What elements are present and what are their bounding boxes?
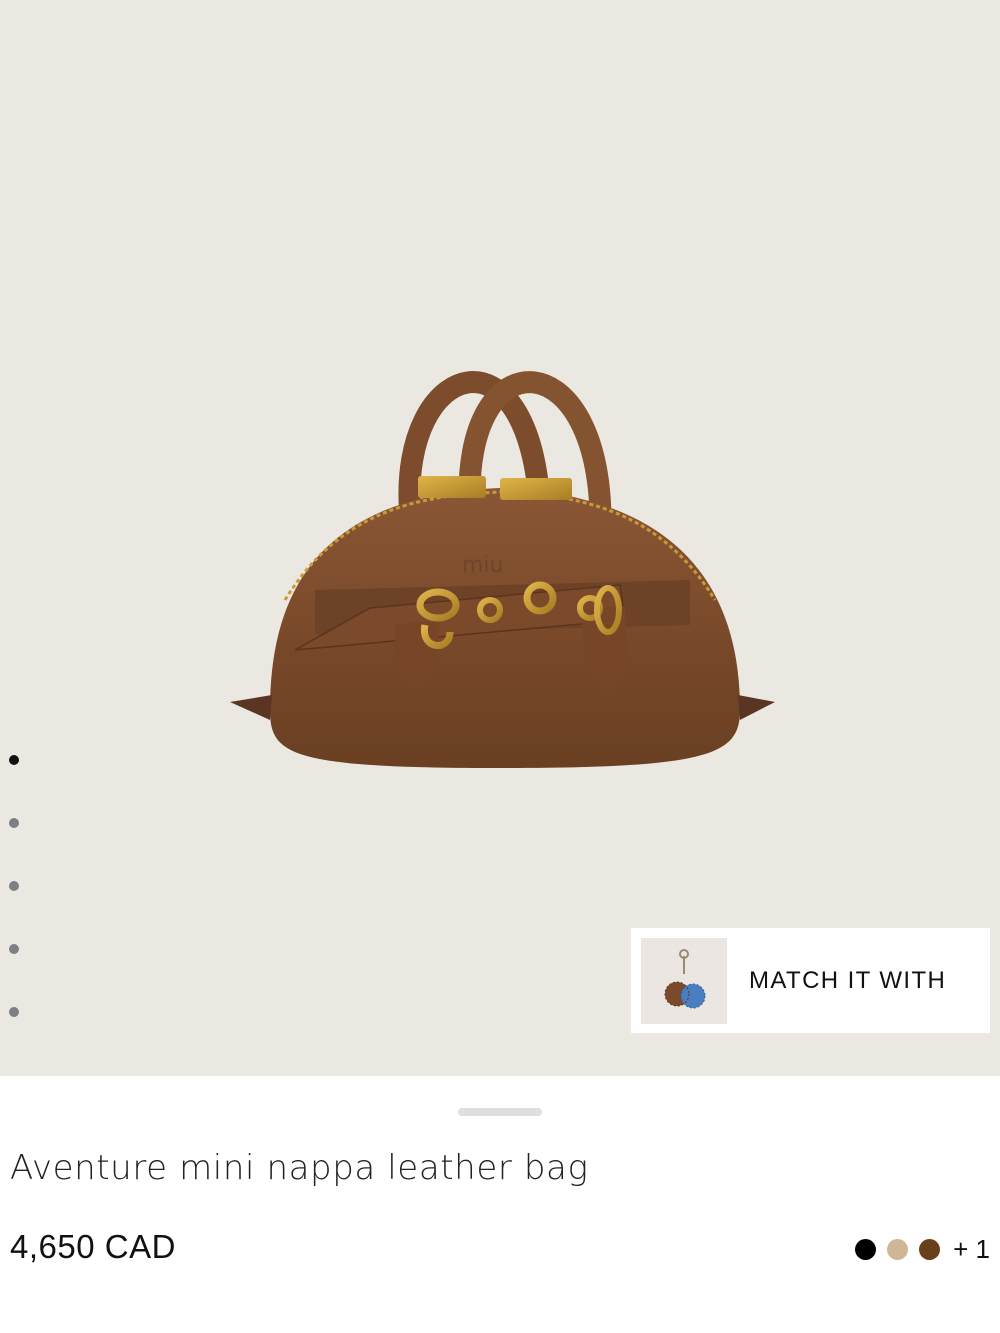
product-price: 4,650 CAD xyxy=(10,1228,176,1265)
match-thumbnail xyxy=(641,937,727,1024)
gallery-dot[interactable] xyxy=(9,1007,19,1017)
product-image: miu xyxy=(230,371,775,768)
sheet-drag-handle[interactable] xyxy=(458,1108,542,1116)
match-it-with-button[interactable]: MATCH IT WITH xyxy=(631,928,990,1033)
more-colors-count[interactable]: + 1 xyxy=(953,1234,990,1265)
bag-charm-icon xyxy=(664,948,706,1008)
gallery-pagination xyxy=(9,755,21,1070)
color-swatch-black[interactable] xyxy=(855,1239,877,1260)
gallery-dot[interactable] xyxy=(9,881,19,891)
gallery-dot[interactable] xyxy=(9,818,19,828)
color-swatch-beige[interactable] xyxy=(887,1239,909,1260)
product-title: Aventure mini nappa leather bag xyxy=(10,1148,589,1188)
logo-emboss: miu xyxy=(462,553,504,578)
gallery-dot[interactable] xyxy=(9,755,19,765)
match-label: MATCH IT WITH xyxy=(749,966,947,994)
product-gallery[interactable]: miu MATCH IT WITH xyxy=(0,0,1000,1076)
color-swatch-brown[interactable] xyxy=(919,1239,941,1260)
gallery-dot[interactable] xyxy=(9,944,19,954)
color-swatches: + 1 xyxy=(855,1234,990,1265)
